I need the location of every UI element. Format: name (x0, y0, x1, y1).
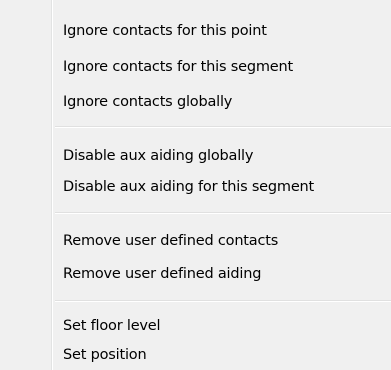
context-menu: Ignore contacts for this point Ignore co… (0, 0, 391, 370)
menu-item-remove-user-aiding[interactable]: Remove user defined aiding (63, 262, 383, 286)
menu-item-ignore-contacts-segment[interactable]: Ignore contacts for this segment (63, 55, 383, 79)
menu-icon-gutter (0, 0, 51, 370)
menu-item-ignore-contacts-globally[interactable]: Ignore contacts globally (63, 90, 383, 114)
menu-item-disable-aux-aiding-segment[interactable]: Disable aux aiding for this segment (63, 175, 383, 199)
gutter-divider-highlight (52, 0, 53, 370)
menu-item-remove-user-contacts[interactable]: Remove user defined contacts (63, 229, 383, 253)
menu-separator (55, 300, 391, 302)
menu-item-set-floor-level[interactable]: Set floor level (63, 314, 383, 338)
menu-separator (55, 126, 391, 128)
menu-item-set-position[interactable]: Set position (63, 343, 383, 367)
menu-item-disable-aux-aiding-globally[interactable]: Disable aux aiding globally (63, 144, 383, 168)
menu-item-ignore-contacts-point[interactable]: Ignore contacts for this point (63, 19, 383, 43)
menu-separator (55, 212, 391, 214)
